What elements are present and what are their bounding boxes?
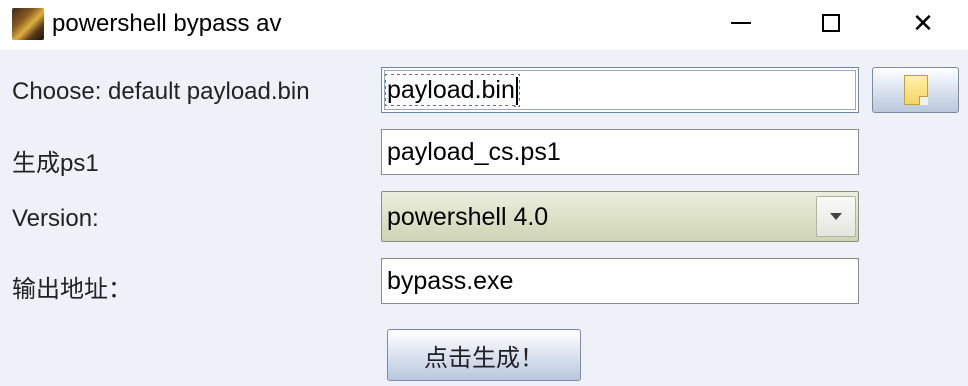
title-bar: powershell bypass av ✕ [0, 0, 968, 50]
folder-icon [903, 75, 928, 105]
chevron-down-icon [830, 213, 842, 220]
version-dropdown-button[interactable] [816, 196, 856, 237]
generate-button[interactable]: 点击生成！ [387, 329, 581, 381]
text-caret [515, 77, 518, 106]
output-path-input[interactable]: bypass.exe [381, 258, 859, 304]
output-label: 输出地址： [12, 276, 132, 303]
version-label: Version: [12, 205, 99, 232]
minimize-icon [731, 22, 751, 24]
maximize-button[interactable] [808, 0, 854, 46]
generate-ps1-label: 生成ps1 [12, 150, 99, 177]
version-select[interactable]: powershell 4.0 [381, 191, 859, 242]
maximize-icon [822, 14, 840, 32]
close-button[interactable]: ✕ [900, 0, 946, 46]
payload-input-value: payload.bin [385, 74, 520, 106]
version-selected-value: powershell 4.0 [387, 203, 549, 231]
window-title: powershell bypass av [52, 10, 282, 37]
close-icon: ✕ [912, 7, 934, 38]
choose-label: Choose: default payload.bin [12, 78, 310, 105]
app-icon [12, 8, 44, 40]
payload-input[interactable]: payload.bin [381, 67, 859, 113]
browse-button[interactable] [872, 67, 959, 113]
output-path-value: bypass.exe [387, 267, 514, 295]
ps1-output-value: payload_cs.ps1 [387, 138, 561, 166]
ps1-output-input[interactable]: payload_cs.ps1 [381, 129, 859, 175]
minimize-button[interactable] [718, 0, 764, 46]
